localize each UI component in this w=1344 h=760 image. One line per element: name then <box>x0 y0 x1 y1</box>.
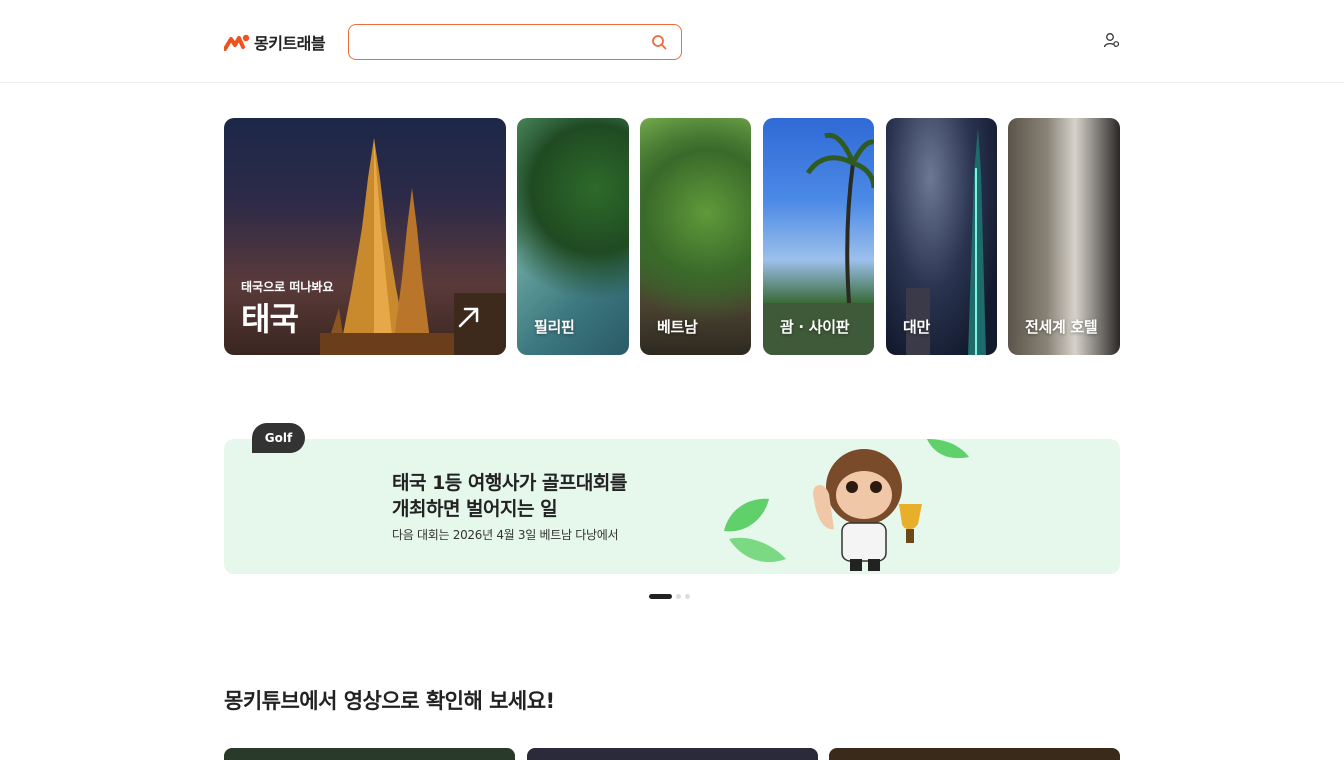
destination-card-taiwan[interactable]: 대만 <box>886 118 997 355</box>
video-thumbnail[interactable] <box>829 748 1120 760</box>
monkey-mascot-icon <box>812 449 922 571</box>
youtube-section-title: 몽키튜브에서 영상으로 확인해 보세요! <box>224 689 555 713</box>
logo-text: 몽키트래블 <box>254 34 326 53</box>
video-thumbnail[interactable] <box>224 748 515 760</box>
destination-label: 필리핀 <box>534 318 575 336</box>
destination-card-thailand[interactable]: 태국으로 떠나봐요 태국 <box>224 118 506 355</box>
search-box[interactable] <box>348 24 682 60</box>
destination-label: 베트남 <box>657 318 698 336</box>
destination-cards: 태국으로 떠나봐요 태국 필리핀 베트남 괌 · 사이판 대만 전세계 호텔 <box>224 118 1120 355</box>
banner-title-line2: 개최하면 벌어지는 일 <box>392 498 558 520</box>
carousel-dot-2[interactable] <box>676 594 681 599</box>
destination-card-vietnam[interactable]: 베트남 <box>640 118 751 355</box>
banner-title-line1: 태국 1등 여행사가 골프대회를 <box>392 472 627 494</box>
logo[interactable]: 몽키트래블 <box>224 30 326 54</box>
banner-title: 태국 1등 여행사가 골프대회를 개최하면 벌어지는 일 <box>392 470 627 522</box>
destination-card-world-hotels[interactable]: 전세계 호텔 <box>1008 118 1120 355</box>
monkey-logo-icon <box>224 34 250 51</box>
destination-card-philippines[interactable]: 필리핀 <box>517 118 629 355</box>
arrow-up-right-icon <box>458 307 479 328</box>
featured-title: 태국 <box>241 300 299 338</box>
destination-card-guam-saipan[interactable]: 괌 · 사이판 <box>763 118 874 355</box>
user-icon[interactable] <box>1103 32 1120 49</box>
banner-subtitle: 다음 대회는 2026년 4월 3일 베트남 다낭에서 <box>392 528 619 542</box>
featured-subtitle: 태국으로 떠나봐요 <box>241 280 334 294</box>
golf-tag: Golf <box>252 423 305 453</box>
header: 몽키트래블 <box>0 0 1344 83</box>
carousel-indicator <box>649 594 690 599</box>
leaf-decoration-icon <box>724 439 969 563</box>
search-input[interactable] <box>359 31 643 55</box>
carousel-dot-1[interactable] <box>649 594 672 599</box>
golf-banner[interactable] <box>224 439 1120 574</box>
video-thumbnail[interactable] <box>527 748 818 760</box>
destination-label: 전세계 호텔 <box>1025 318 1098 336</box>
destination-label: 괌 · 사이판 <box>780 318 850 336</box>
search-icon[interactable] <box>651 34 667 50</box>
destination-label: 대만 <box>903 318 931 336</box>
carousel-dot-3[interactable] <box>685 594 690 599</box>
